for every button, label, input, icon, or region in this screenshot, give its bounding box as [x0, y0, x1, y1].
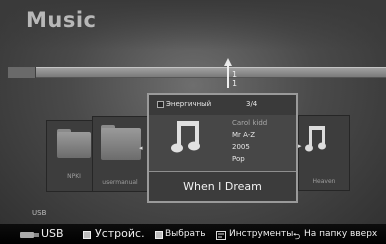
page-title: Music	[26, 8, 97, 32]
right-arrow-icon[interactable]: ▸	[298, 142, 302, 150]
device-label: USB	[32, 209, 47, 217]
folder-icon	[101, 128, 141, 160]
device-button[interactable]: Устройс.	[95, 227, 145, 240]
year-text: 2005	[232, 143, 250, 151]
return-arrow-icon: ⮌	[293, 232, 301, 242]
album-text: Mr A-Z	[232, 131, 256, 139]
position-bottom: 1	[232, 79, 238, 88]
left-arrow-icon[interactable]: ◂	[139, 144, 143, 152]
song-title: When I Dream	[183, 180, 262, 193]
folder-tile-usermanual[interactable]: usermanual	[92, 116, 148, 192]
position-marker-line	[227, 64, 229, 88]
artist-text: Carol kidd	[232, 119, 268, 127]
square-button-icon	[83, 231, 91, 239]
mood-label: Энергичный	[166, 100, 212, 108]
folder-up-button[interactable]: На папку вверх	[304, 229, 377, 239]
popup-header: Энергичный 3/4	[149, 95, 296, 115]
checkbox-icon[interactable]	[157, 101, 164, 108]
track-bar[interactable]	[8, 67, 386, 78]
music-screen: Music 1 1 NPKI usermanual ◂ Heaven ▸ Эне…	[0, 0, 386, 244]
music-tile-heaven[interactable]: Heaven	[298, 115, 350, 191]
music-note-icon	[171, 121, 200, 153]
item-count: 3/4	[246, 100, 258, 108]
genre-text: Pop	[232, 155, 245, 163]
file-info-popup: Энергичный 3/4 Carol kidd Mr A-Z 2005 Po…	[147, 93, 298, 203]
tools-icon	[216, 231, 226, 240]
track-start-segment	[8, 67, 36, 78]
song-title-bar[interactable]: When I Dream	[149, 171, 296, 201]
usb-label[interactable]: USB	[41, 227, 64, 240]
bottom-help-bar: USB Устройс. Выбрать Инструменты ⮌ На па…	[0, 224, 386, 244]
folder-icon	[57, 132, 91, 158]
music-note-icon	[305, 126, 326, 152]
select-button[interactable]: Выбрать	[165, 229, 206, 239]
music-tile-label: Heaven	[312, 178, 336, 185]
folder-label: usermanual	[102, 179, 138, 186]
tools-button[interactable]: Инструменты	[229, 229, 293, 239]
usb-stick-icon	[20, 232, 39, 238]
position-top: 1	[232, 70, 238, 79]
square-button-icon	[155, 231, 163, 239]
